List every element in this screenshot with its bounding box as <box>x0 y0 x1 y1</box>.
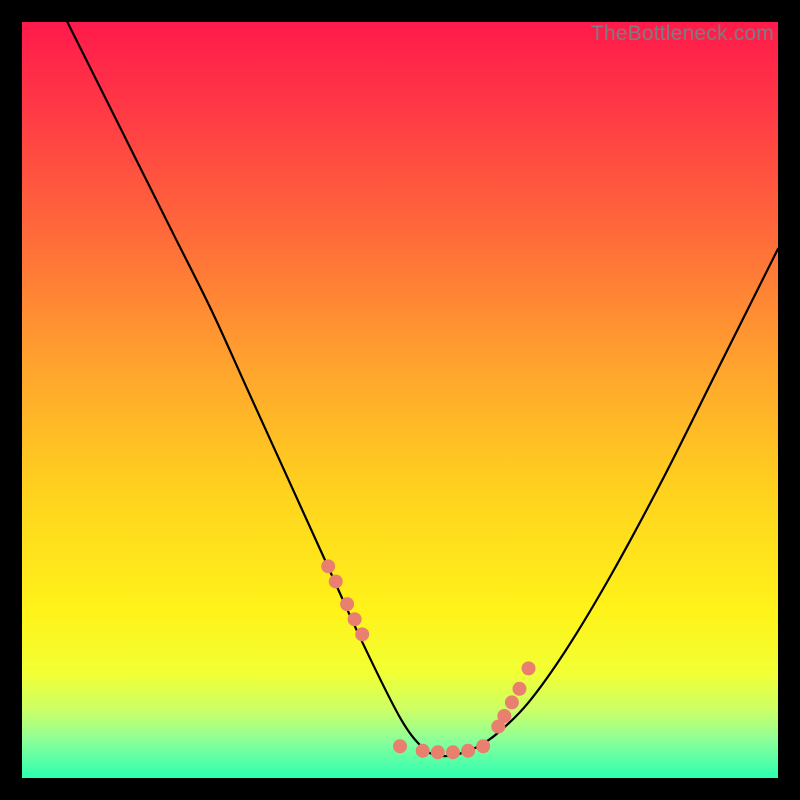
marker-dot <box>476 739 490 753</box>
marker-dot <box>431 745 445 759</box>
chart-frame: TheBottleneck.com <box>22 22 778 778</box>
marker-dot <box>321 559 335 573</box>
marker-dot <box>340 597 354 611</box>
marker-dot <box>393 739 407 753</box>
bottleneck-chart <box>22 22 778 778</box>
marker-dot <box>329 574 343 588</box>
marker-dot <box>512 682 526 696</box>
marker-dot <box>355 627 369 641</box>
marker-dot <box>416 744 430 758</box>
marker-dot <box>522 661 536 675</box>
marker-dot <box>505 695 519 709</box>
marker-dot <box>446 745 460 759</box>
watermark-text: TheBottleneck.com <box>591 22 774 46</box>
gradient-background <box>22 22 778 778</box>
marker-dot <box>348 612 362 626</box>
marker-dot <box>461 744 475 758</box>
marker-dot <box>497 709 511 723</box>
